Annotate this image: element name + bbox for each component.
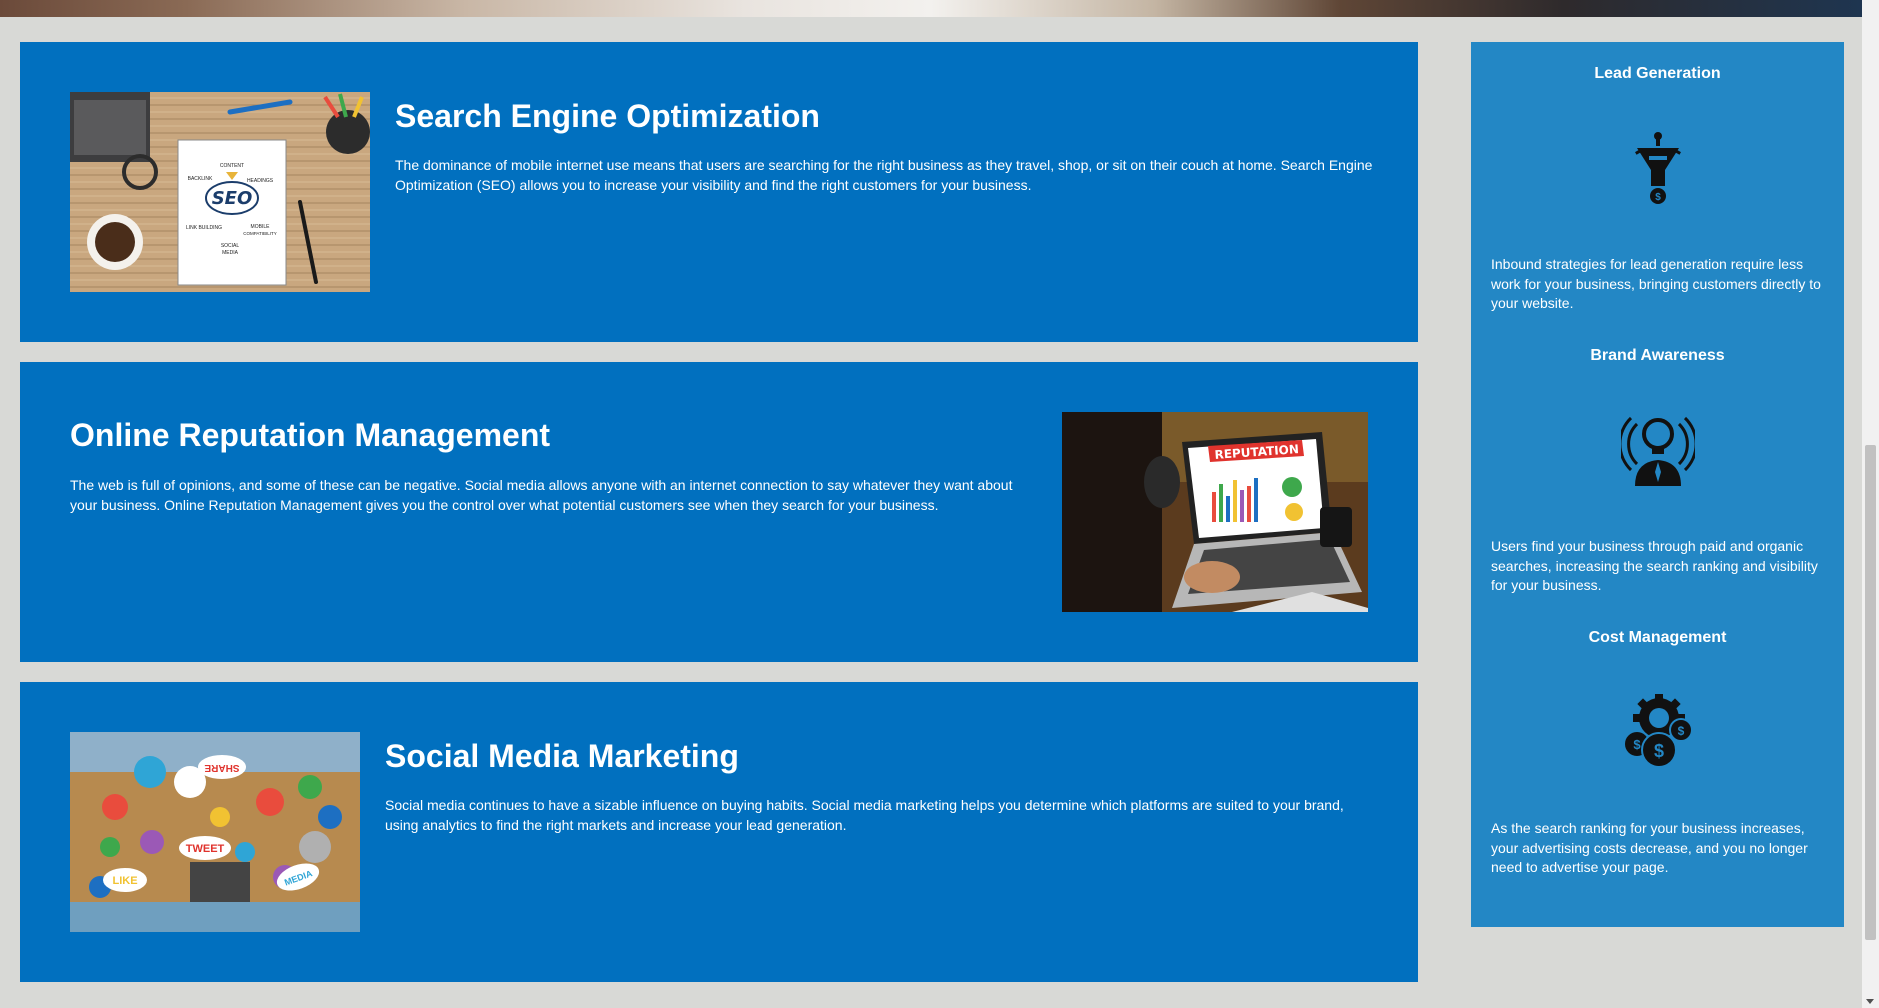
scroll-down-arrow-icon[interactable] <box>1866 999 1874 1004</box>
seo-image-compatibility: COMPATIBILITY <box>243 231 277 236</box>
hero-image-strip <box>0 0 1862 17</box>
seo-image-backlink: BACKLINK <box>188 176 213 182</box>
service-card-seo: SEO CONTENT BACKLINK HEADINGS LINK BUILD… <box>20 42 1418 342</box>
benefit-title-cost-management: Cost Management <box>1588 629 1727 646</box>
gear-coins-icon: $ $ $ <box>1619 694 1697 774</box>
service-body-seo: The dominance of mobile internet use mea… <box>395 157 1373 193</box>
seo-image-center: SEO <box>212 188 253 209</box>
funnel-dollar-icon: $ <box>1631 130 1685 210</box>
benefit-body-lead-generation: Inbound strategies for lead generation r… <box>1491 256 1821 311</box>
scrollbar-thumb[interactable] <box>1865 445 1876 940</box>
svg-text:$: $ <box>1633 737 1641 752</box>
service-title-seo: Search Engine Optimization <box>395 98 820 134</box>
page-scrollbar[interactable] <box>1862 0 1879 1008</box>
benefit-cost-management: Cost Management $ $ $ As the search rank… <box>1471 606 1844 875</box>
seo-image-link-building: LINK BUILDING <box>186 225 222 231</box>
seo-image-social: SOCIAL <box>221 243 240 249</box>
seo-image-content: CONTENT <box>220 163 244 169</box>
seo-image: SEO CONTENT BACKLINK HEADINGS LINK BUILD… <box>70 92 370 292</box>
service-card-social-media: SHARE TWEET LIKE MEDIA Social Media Mark… <box>20 682 1418 982</box>
lightbulb-person-broadcast-icon <box>1618 410 1698 490</box>
benefit-body-brand-awareness: Users find your business through paid an… <box>1491 538 1818 593</box>
seo-image-media: MEDIA <box>222 250 239 256</box>
service-body-social-media: Social media continues to have a sizable… <box>385 797 1344 833</box>
service-card-reputation: Online Reputation Management The web is … <box>20 362 1418 662</box>
service-title-social-media: Social Media Marketing <box>385 738 739 774</box>
social-image-like: LIKE <box>112 875 137 887</box>
social-media-image: SHARE TWEET LIKE MEDIA <box>70 732 360 932</box>
benefit-brand-awareness: Brand Awareness Users find your business… <box>1471 324 1844 593</box>
benefit-body-cost-management: As the search ranking for your business … <box>1491 820 1808 875</box>
service-title-reputation: Online Reputation Management <box>70 417 551 453</box>
benefit-title-lead-generation: Lead Generation <box>1594 65 1721 82</box>
social-image-share: SHARE <box>204 762 239 773</box>
service-body-reputation: The web is full of opinions, and some of… <box>70 477 1013 513</box>
social-image-tweet: TWEET <box>186 843 225 855</box>
benefits-sidebar: Lead Generation $ Inbound strategies for… <box>1471 42 1844 927</box>
svg-text:$: $ <box>1678 724 1685 738</box>
seo-image-headings: HEADINGS <box>247 178 274 184</box>
svg-text:$: $ <box>1655 192 1661 203</box>
benefit-lead-generation: Lead Generation $ Inbound strategies for… <box>1471 42 1844 311</box>
seo-image-mobile: MOBILE <box>251 224 271 230</box>
benefit-title-brand-awareness: Brand Awareness <box>1590 347 1725 364</box>
svg-text:$: $ <box>1654 741 1664 761</box>
reputation-image: REPUTATION <box>1062 412 1368 612</box>
